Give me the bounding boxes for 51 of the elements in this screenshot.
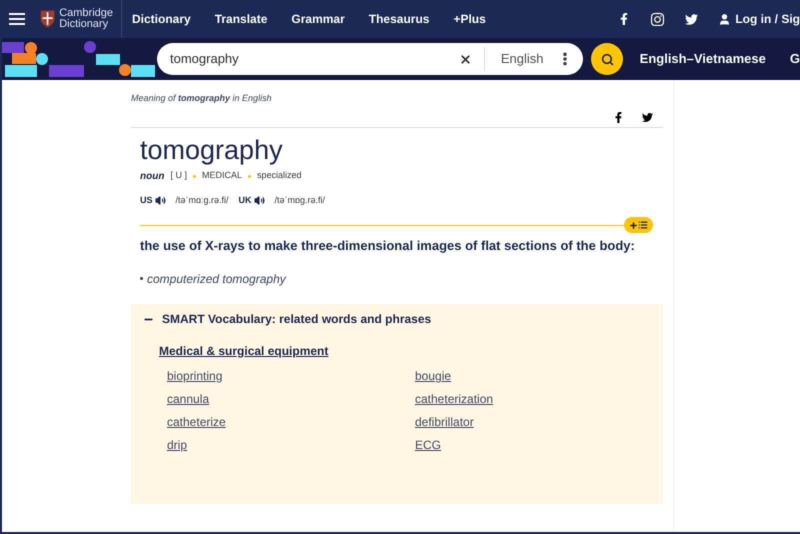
clear-icon[interactable] xyxy=(458,52,472,66)
pronunciation: /təˈmɑːg.rə.fi/ xyxy=(176,194,229,207)
word-link[interactable]: defibrillator xyxy=(415,414,474,431)
facebook-icon[interactable] xyxy=(613,112,624,122)
vocabulary-toggle[interactable]: SMART Vocabulary: related words and phrases xyxy=(143,310,432,328)
meaning-heading: Meaning of tomography in English xyxy=(131,92,273,105)
instagram-icon[interactable] xyxy=(650,12,666,26)
user-icon xyxy=(718,12,732,26)
word-link[interactable]: drip xyxy=(167,437,188,454)
word-link[interactable]: bioprinting xyxy=(167,368,222,385)
word-link[interactable]: catheterize xyxy=(167,414,226,431)
grammar-code: [ U ] xyxy=(170,169,187,182)
plus-icon xyxy=(629,220,638,230)
list-icon xyxy=(638,220,648,230)
word-link[interactable]: catheterization xyxy=(415,391,494,408)
language-pair-link[interactable]: English–Vietnamese xyxy=(640,49,766,69)
nav-link[interactable]: +Plus xyxy=(453,10,486,28)
bullet-icon xyxy=(248,174,251,178)
bullet-icon xyxy=(192,174,196,178)
logo-text[interactable]: Dictionary xyxy=(59,19,113,30)
search-button[interactable] xyxy=(591,43,623,75)
twitter-icon[interactable] xyxy=(642,112,653,122)
word-link[interactable]: cannula xyxy=(167,391,210,408)
audio-icon[interactable] xyxy=(254,194,265,206)
add-to-list-button[interactable] xyxy=(624,217,653,233)
search-field[interactable]: tomography English xyxy=(157,43,584,75)
nav-link[interactable]: Dictionary xyxy=(132,10,191,28)
usage-label: MEDICAL xyxy=(202,169,242,182)
word-link[interactable]: bougie xyxy=(415,368,452,385)
usage-label: specialized xyxy=(256,169,302,182)
region-label: UK xyxy=(238,194,252,206)
twitter-icon[interactable] xyxy=(685,12,698,26)
part-of-speech: noun xyxy=(140,170,164,184)
shield-logo-icon xyxy=(40,8,56,30)
nav-link[interactable]: Thesaurus xyxy=(368,10,430,28)
definition: the use of X-rays to make three-dimensional images of flat sections of the body: xyxy=(140,237,636,255)
topic-link[interactable]: Medical & surgical equipment xyxy=(159,342,328,360)
pronunciation: /təˈmɒg.rə.fi/ xyxy=(274,194,326,207)
nav-link[interactable]: G xyxy=(790,49,800,69)
word-link[interactable]: ECG xyxy=(415,437,442,454)
language-select[interactable]: English xyxy=(500,49,544,69)
search-icon xyxy=(600,52,614,66)
nav-link[interactable]: Grammar xyxy=(291,10,345,28)
headword: tomography xyxy=(140,134,284,166)
bullet-icon xyxy=(140,277,143,280)
login-link[interactable]: Log in / Sig xyxy=(718,10,800,28)
region-label: US xyxy=(140,194,153,206)
logo-text[interactable]: Cambridge xyxy=(59,8,113,19)
audio-icon[interactable] xyxy=(154,194,166,206)
nav-link[interactable]: Translate xyxy=(214,10,268,28)
example-sentence: computerized tomography xyxy=(147,271,286,288)
